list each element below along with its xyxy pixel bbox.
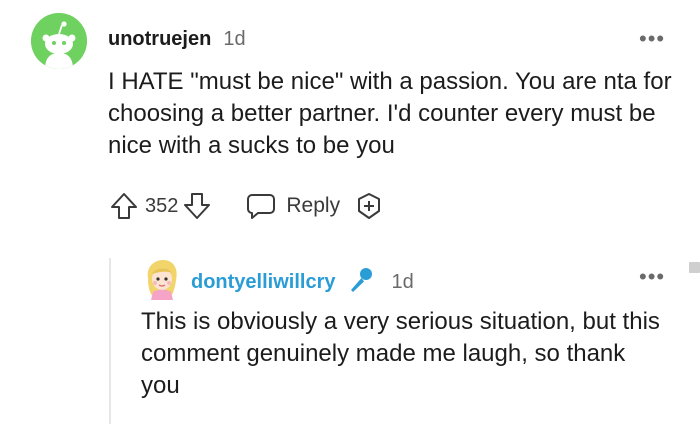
award-button[interactable]: [354, 191, 384, 221]
comment-header: unotruejen 1d: [108, 28, 246, 51]
thread-line[interactable]: [109, 258, 111, 424]
downvote-arrow-icon: [184, 193, 211, 219]
microphone-icon: [347, 266, 375, 299]
comment-thread: unotruejen 1d ••• I HATE "must be nice" …: [0, 0, 700, 424]
reply-more-options-button[interactable]: •••: [639, 266, 665, 288]
comment-body: I HATE "must be nice" with a passion. Yo…: [108, 68, 672, 159]
comment-author[interactable]: unotruejen: [108, 28, 211, 51]
reply-header: dontyelliwillcry 1d: [191, 266, 414, 299]
more-dots-icon: •••: [639, 264, 666, 289]
scrollbar[interactable]: [689, 262, 700, 273]
vote-count: 352: [145, 194, 179, 217]
reply-avatar[interactable]: [143, 258, 181, 300]
reply-timestamp[interactable]: 1d: [391, 271, 413, 294]
speech-bubble-icon: [247, 194, 276, 219]
add-award-icon: [358, 193, 381, 219]
cartoon-girl-avatar-icon: [147, 260, 177, 300]
reply-body: This is obviously a very serious situati…: [141, 308, 660, 399]
upvote-button[interactable]: [109, 191, 139, 221]
upvote-arrow-icon: [111, 193, 137, 219]
avatar[interactable]: [31, 13, 87, 69]
downvote-button[interactable]: [182, 191, 212, 221]
reply-author[interactable]: dontyelliwillcry: [191, 271, 335, 294]
more-options-button[interactable]: •••: [639, 28, 665, 50]
reply-label: Reply: [286, 194, 341, 217]
comment-actions: 352 Reply: [109, 190, 384, 222]
comment-timestamp[interactable]: 1d: [223, 28, 245, 51]
reply-button[interactable]: Reply: [246, 192, 340, 220]
snoo-avatar-icon: [31, 13, 87, 69]
more-dots-icon: •••: [639, 26, 666, 51]
